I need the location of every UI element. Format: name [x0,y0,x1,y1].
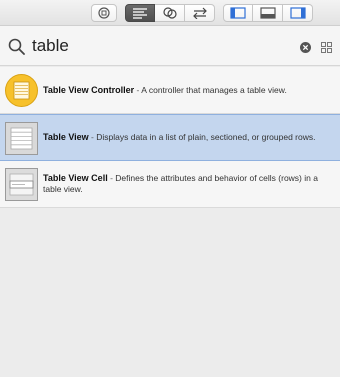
result-title: Table View Cell [43,173,108,183]
standard-editor-button[interactable] [125,4,155,22]
result-row-table-view-cell[interactable]: Table View Cell - Defines the attributes… [0,161,340,208]
result-paragraph: Table View Controller - A controller tha… [43,85,287,96]
library-toggle-button[interactable] [91,4,117,22]
search-input[interactable] [32,34,282,58]
clear-circle-icon[interactable] [300,42,311,53]
circle-dot-icon [98,7,110,19]
assistant-editor-button[interactable] [155,4,185,22]
toolbar [0,0,340,26]
search-icon [8,38,25,55]
result-description: A controller that manages a table view. [141,84,287,95]
result-row-table-view-controller[interactable]: Table View Controller - A controller tha… [0,67,340,114]
lines-icon [133,8,147,19]
grid-view-icon[interactable] [321,42,332,53]
utilities-toggle-button[interactable] [283,4,313,22]
result-paragraph: Table View - Displays data in a list of … [43,132,315,143]
swap-arrows-icon [192,7,207,19]
result-row-table-view[interactable]: Table View - Displays data in a list of … [0,114,340,161]
result-title: Table View Controller [43,84,135,95]
result-description: Displays data in a list of plain, sectio… [96,132,316,142]
result-paragraph: Table View Cell - Defines the attributes… [43,173,333,195]
result-text: Table View Cell - Defines the attributes… [43,161,333,207]
result-title: Table View [43,132,89,142]
debug-area-toggle-button[interactable] [253,4,283,22]
right-panel-icon [289,7,306,19]
result-text: Table View Controller - A controller tha… [43,67,333,113]
table-view-controller-icon [5,74,38,107]
object-library-results: Table View Controller - A controller tha… [0,67,340,208]
version-editor-button[interactable] [185,4,215,22]
search-bar [0,26,340,66]
table-view-cell-icon [5,168,38,201]
left-panel-icon [230,7,246,19]
navigator-toggle-button[interactable] [223,4,253,22]
table-view-icon [5,122,38,155]
bottom-panel-icon [259,7,276,19]
result-text: Table View - Displays data in a list of … [43,115,333,160]
overlapping-circles-icon [162,7,177,19]
